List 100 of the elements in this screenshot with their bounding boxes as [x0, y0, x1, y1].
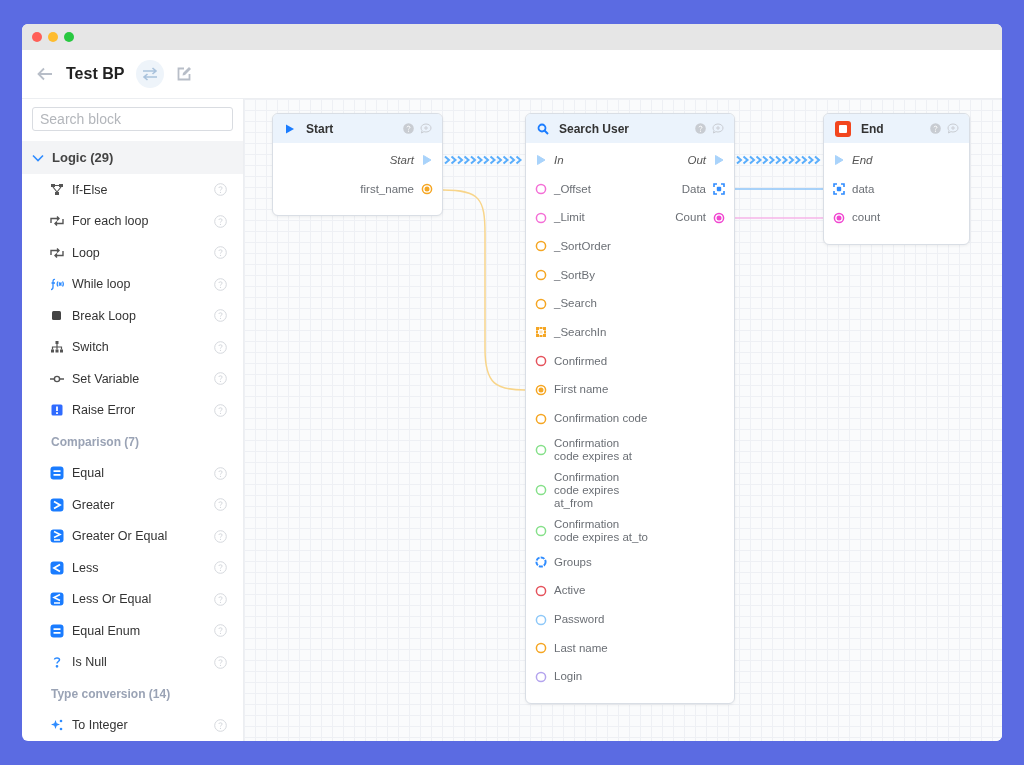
help-icon[interactable]	[214, 403, 227, 417]
block-item[interactable]: Is Null	[72, 655, 214, 670]
help-icon[interactable]	[214, 214, 227, 228]
pin-icon[interactable]	[535, 584, 547, 597]
help-icon[interactable]	[214, 246, 227, 260]
pin-icon[interactable]	[713, 154, 725, 167]
help-icon[interactable]	[214, 529, 227, 543]
pin-icon[interactable]	[535, 355, 547, 368]
block-item[interactable]: Raise Error	[72, 403, 214, 418]
block-icon	[50, 497, 64, 512]
node-title: Search User	[559, 121, 631, 136]
block-icon	[50, 592, 64, 607]
help-icon[interactable]	[403, 123, 414, 134]
pin-icon[interactable]	[535, 613, 547, 626]
block-item[interactable]: If-Else	[72, 182, 214, 197]
block-item[interactable]: Equal	[72, 466, 214, 481]
pin-icon[interactable]	[535, 211, 547, 224]
graph-node[interactable]: End End data count	[823, 113, 970, 246]
pin-icon[interactable]	[535, 642, 547, 655]
pin-icon[interactable]	[833, 154, 845, 167]
pin-icon[interactable]	[535, 269, 547, 282]
category-header[interactable]: Logic (29)	[22, 141, 243, 174]
search-field[interactable]: Search block	[32, 107, 233, 131]
pin-icon[interactable]	[535, 383, 547, 396]
graph-node[interactable]: Start Start first_name	[272, 113, 443, 217]
graph-node[interactable]	[525, 113, 735, 705]
pin-icon[interactable]	[535, 443, 547, 456]
block-item[interactable]: Equal Enum	[72, 623, 214, 638]
back-arrow-icon[interactable]	[37, 67, 53, 81]
block-icon	[50, 560, 64, 575]
pin-icon[interactable]	[535, 412, 547, 425]
edit-icon[interactable]	[176, 66, 193, 82]
block-icon	[50, 403, 64, 418]
pin-label: Count	[675, 211, 706, 225]
pin-label: First name	[554, 383, 609, 397]
pin-label: _Limit	[554, 211, 585, 225]
pin-icon[interactable]	[535, 240, 547, 253]
block-item[interactable]: Greater	[72, 497, 214, 512]
help-icon[interactable]	[214, 561, 227, 575]
minimize-icon[interactable]	[48, 32, 58, 42]
help-icon[interactable]	[214, 655, 227, 669]
block-item[interactable]: Loop	[72, 245, 214, 260]
pin-label: Login	[554, 670, 583, 684]
pin-icon[interactable]	[535, 154, 547, 167]
swap-button[interactable]	[136, 60, 165, 88]
block-item[interactable]: Less	[72, 560, 214, 575]
comment-icon[interactable]	[712, 123, 724, 134]
block-item[interactable]: Switch	[72, 340, 214, 355]
block-item[interactable]: To Integer	[72, 718, 214, 733]
close-icon[interactable]	[32, 32, 42, 42]
help-icon[interactable]	[214, 277, 227, 291]
pin-icon[interactable]	[833, 211, 845, 224]
block-icon	[50, 340, 64, 355]
pin-icon[interactable]	[421, 154, 433, 167]
pin-label: Start	[389, 153, 414, 167]
pin-label: Last name	[554, 641, 608, 655]
pin-label: _SearchIn	[554, 325, 607, 339]
help-icon[interactable]	[214, 624, 227, 638]
comment-icon[interactable]	[420, 123, 432, 134]
pin-icon[interactable]	[535, 297, 547, 310]
block-icon	[50, 277, 64, 292]
pin-icon[interactable]	[535, 556, 547, 569]
help-icon[interactable]	[214, 592, 227, 606]
block-item[interactable]: Less Or Equal	[72, 592, 214, 607]
help-icon[interactable]	[214, 498, 227, 512]
stop-icon	[835, 120, 851, 137]
block-icon	[50, 214, 64, 229]
pin-label: count	[852, 211, 881, 225]
pin-label: Out	[687, 153, 706, 167]
pin-label: End	[852, 153, 873, 167]
help-icon[interactable]	[214, 183, 227, 197]
help-icon[interactable]	[930, 123, 941, 134]
help-icon[interactable]	[214, 309, 227, 323]
play-icon	[284, 122, 296, 135]
help-icon[interactable]	[214, 340, 227, 354]
block-item[interactable]: Break Loop	[72, 308, 214, 323]
pin-icon[interactable]	[421, 183, 433, 196]
block-item[interactable]: While loop	[72, 277, 214, 292]
maximize-icon[interactable]	[64, 32, 74, 42]
pin-icon[interactable]	[535, 326, 547, 339]
block-icon	[50, 245, 64, 260]
comment-icon[interactable]	[947, 123, 959, 134]
help-icon[interactable]	[214, 718, 227, 732]
block-icon	[50, 308, 64, 323]
pin-icon[interactable]	[713, 211, 725, 224]
help-icon[interactable]	[695, 123, 706, 134]
block-item[interactable]: For each loop	[72, 214, 214, 229]
node-title: End	[861, 121, 885, 136]
pin-icon[interactable]	[535, 183, 547, 196]
block-item[interactable]: Set Variable	[72, 371, 214, 386]
pin-icon[interactable]	[833, 183, 845, 196]
pin-icon[interactable]	[535, 670, 547, 683]
pin-icon[interactable]	[713, 183, 725, 196]
help-icon[interactable]	[214, 372, 227, 386]
block-item[interactable]: Greater Or Equal	[72, 529, 214, 544]
pin-icon[interactable]	[535, 484, 547, 497]
pin-label: Data	[681, 182, 706, 196]
pin-icon[interactable]	[535, 524, 547, 537]
help-icon[interactable]	[214, 466, 227, 480]
pin-label: In	[554, 153, 564, 167]
